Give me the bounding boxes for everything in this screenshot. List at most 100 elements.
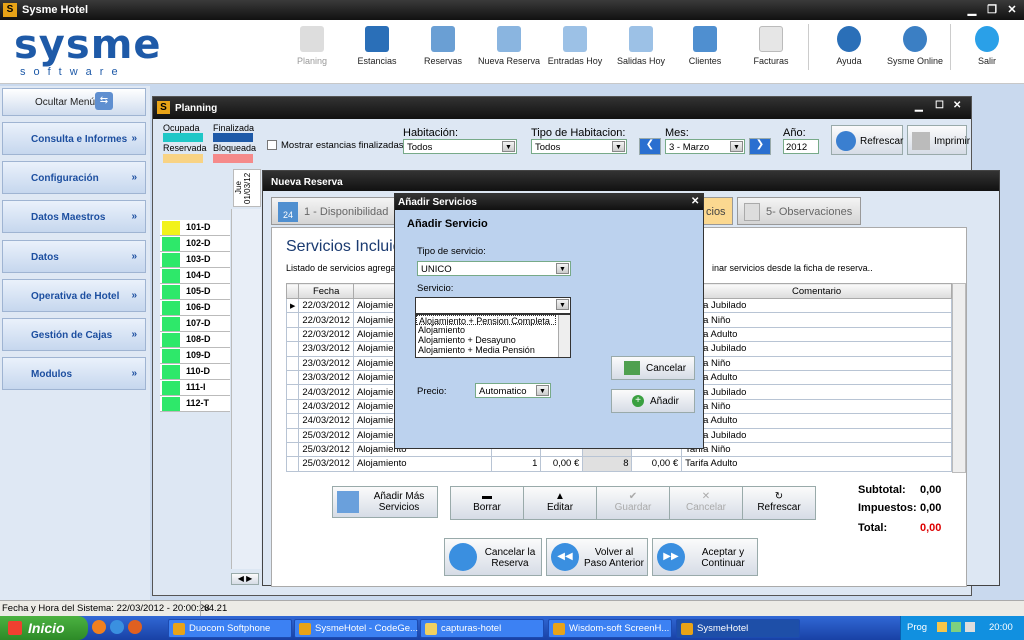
anio-spinner[interactable]: 2012 bbox=[783, 139, 819, 154]
toolbar-planing-button[interactable]: Planing bbox=[277, 24, 347, 72]
tab-servicios[interactable]: cios bbox=[703, 197, 733, 225]
task-screenhunter[interactable]: Wisdom-soft ScreenH... bbox=[548, 619, 672, 638]
app-quicklaunch-icon[interactable] bbox=[128, 620, 142, 634]
maximize-button[interactable]: ☐ bbox=[935, 100, 944, 111]
sidebar-item-consulta[interactable]: Consulta e Informes» bbox=[2, 122, 146, 155]
previous-step-button[interactable]: ◀◀ Volver al Paso Anterior bbox=[546, 538, 648, 576]
room-row[interactable]: 107-D bbox=[160, 316, 230, 332]
sidebar-item-configuracion[interactable]: Configuración » bbox=[2, 161, 146, 194]
room-row[interactable]: 110-D bbox=[160, 364, 230, 380]
row-selector[interactable] bbox=[285, 441, 300, 458]
room-row[interactable]: 109-D bbox=[160, 348, 230, 364]
refresh-button[interactable]: Refrescar bbox=[831, 125, 903, 155]
service-type-select[interactable]: UNICO ▼ bbox=[417, 261, 571, 276]
room-row[interactable]: 112-T bbox=[160, 396, 230, 412]
close-button[interactable]: ✕ bbox=[1004, 3, 1020, 17]
service-option[interactable]: Alojamiento + Desayuno bbox=[416, 335, 570, 345]
row-selector[interactable] bbox=[285, 384, 300, 400]
prev-month-button[interactable]: ❮ bbox=[639, 138, 661, 155]
service-option[interactable]: Alojamiento + Media Pensión bbox=[416, 345, 570, 355]
refresh-table-button[interactable]: ↻ Refrescar bbox=[742, 486, 816, 520]
delete-button[interactable]: ▬ Borrar bbox=[450, 486, 524, 520]
tab-disponibilidad[interactable]: 24 1 - Disponibilidad bbox=[271, 197, 395, 225]
tray-icon[interactable] bbox=[951, 622, 961, 632]
toolbar-reservas-button[interactable]: Reservas bbox=[408, 24, 478, 72]
column-header[interactable]: Comentario bbox=[681, 283, 952, 299]
room-row[interactable]: 102-D bbox=[160, 236, 230, 252]
task-codegear[interactable]: SysmeHotel - CodeGe... bbox=[294, 619, 418, 638]
sidebar-item-modulos[interactable]: Modulos » bbox=[2, 357, 146, 390]
task-capturas[interactable]: capturas-hotel bbox=[420, 619, 544, 638]
row-selector[interactable] bbox=[285, 427, 300, 443]
hide-menu-button[interactable]: Ocultar Menú ⇆ bbox=[2, 88, 146, 116]
column-header[interactable] bbox=[285, 283, 300, 299]
row-selector[interactable] bbox=[285, 326, 300, 343]
cancel-edit-button[interactable]: ✕ Cancelar bbox=[669, 486, 743, 520]
next-month-button[interactable]: ❯ bbox=[749, 138, 771, 155]
tray-icon[interactable] bbox=[937, 622, 947, 632]
firefox-icon[interactable] bbox=[92, 620, 106, 634]
ie-icon[interactable] bbox=[110, 620, 124, 634]
mes-select[interactable]: 3 - Marzo ▼ bbox=[665, 139, 745, 154]
sidebar-item-datos-maestros[interactable]: Datos Maestros » bbox=[2, 200, 146, 233]
save-button[interactable]: ✔ Guardar bbox=[596, 486, 670, 520]
table-scrollbar[interactable] bbox=[952, 283, 966, 473]
add-more-services-button[interactable]: Añadir Más Servicios bbox=[332, 486, 438, 518]
column-header[interactable]: Fecha bbox=[298, 283, 354, 299]
toolbar-ayuda-button[interactable]: Ayuda bbox=[814, 24, 884, 72]
table-row[interactable]: 25/03/2012 Alojamiento 1 0,00 €8 0,00 € Tarif… bbox=[285, 456, 952, 472]
dialog-cancel-button[interactable]: Cancelar bbox=[611, 356, 695, 380]
toolbar-estancias-button[interactable]: Estancias bbox=[342, 24, 412, 72]
service-option[interactable]: Alojamiento + Pension Completa bbox=[416, 315, 556, 326]
dialog-add-button[interactable]: + Añadir bbox=[611, 389, 695, 413]
scroll-left-button[interactable]: ◀ ▶ bbox=[231, 573, 259, 585]
minimize-button[interactable]: ▁ bbox=[915, 101, 923, 112]
minimize-button[interactable]: ▁ bbox=[964, 3, 980, 17]
print-button[interactable]: Imprimir bbox=[907, 125, 970, 155]
toolbar-facturas-button[interactable]: Facturas bbox=[736, 24, 806, 72]
edit-button[interactable]: ▲ Editar bbox=[523, 486, 597, 520]
show-finished-checkbox[interactable] bbox=[267, 140, 277, 150]
start-button[interactable]: Inicio bbox=[0, 616, 88, 640]
accept-continue-button[interactable]: ▶▶ Aceptar y Continuar bbox=[652, 538, 758, 576]
cancel-reservation-button[interactable]: Cancelar la Reserva bbox=[444, 538, 542, 576]
row-selector[interactable] bbox=[285, 341, 300, 357]
row-selector[interactable] bbox=[285, 355, 300, 371]
toolbar-clientes-button[interactable]: Clientes bbox=[670, 24, 740, 72]
toolbar-entradas-button[interactable]: Entradas Hoy bbox=[540, 24, 610, 72]
row-selector[interactable] bbox=[285, 456, 300, 472]
toolbar-salir-button[interactable]: Salir bbox=[952, 24, 1022, 72]
toolbar-online-button[interactable]: Sysme Online bbox=[880, 24, 950, 72]
room-row[interactable]: 101-D bbox=[160, 220, 230, 236]
row-selector[interactable] bbox=[285, 413, 300, 429]
room-row[interactable]: 106-D bbox=[160, 300, 230, 316]
task-sysmehotel[interactable]: SysmeHotel bbox=[676, 619, 800, 638]
habitacion-select[interactable]: Todos ▼ bbox=[403, 139, 517, 154]
room-row[interactable]: 104-D bbox=[160, 268, 230, 284]
room-row[interactable]: 108-D bbox=[160, 332, 230, 348]
restore-button[interactable]: ❐ bbox=[984, 3, 1000, 17]
dropdown-scrollbar[interactable] bbox=[558, 315, 570, 357]
sidebar-item-cajas[interactable]: Gestión de Cajas » bbox=[2, 318, 146, 351]
room-row[interactable]: 105-D bbox=[160, 284, 230, 300]
room-row[interactable]: 111-I bbox=[160, 380, 230, 396]
row-selector[interactable] bbox=[285, 312, 300, 328]
service-select[interactable]: ▼ bbox=[415, 297, 571, 314]
service-option[interactable]: Alojamiento bbox=[416, 325, 570, 335]
row-selector[interactable]: ▶ bbox=[285, 297, 300, 314]
show-finished-label: Mostrar estancias finalizadas bbox=[281, 140, 404, 151]
speaker-icon[interactable] bbox=[965, 622, 975, 632]
close-icon[interactable]: ✕ bbox=[691, 196, 699, 207]
sidebar-item-operativa[interactable]: Operativa de Hotel » bbox=[2, 279, 146, 312]
toolbar-salidas-button[interactable]: Salidas Hoy bbox=[606, 24, 676, 72]
price-select[interactable]: Automatico ▼ bbox=[475, 383, 551, 398]
close-button[interactable]: ✕ bbox=[953, 100, 961, 111]
tab-observaciones[interactable]: 5- Observaciones bbox=[737, 197, 861, 225]
toolbar-nueva-reserva-button[interactable]: Nueva Reserva bbox=[474, 24, 544, 72]
row-selector[interactable] bbox=[285, 398, 300, 415]
tipo-habitacion-select[interactable]: Todos ▼ bbox=[531, 139, 627, 154]
room-row[interactable]: 103-D bbox=[160, 252, 230, 268]
row-selector[interactable] bbox=[285, 369, 300, 386]
sidebar-item-datos[interactable]: Datos » bbox=[2, 240, 146, 273]
task-duocom[interactable]: Duocom Softphone bbox=[168, 619, 292, 638]
